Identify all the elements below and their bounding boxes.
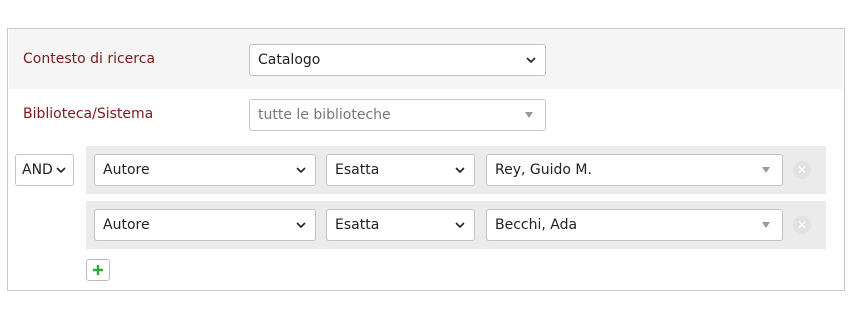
match-select-2[interactable]: Esatta	[326, 209, 475, 241]
match-select-1[interactable]: Esatta	[326, 154, 475, 186]
chevron-down-icon	[296, 167, 306, 174]
close-icon[interactable]: ✕	[793, 161, 811, 179]
chevron-down-icon	[296, 222, 306, 229]
triangle-down-icon	[525, 112, 533, 118]
context-select[interactable]: Catalogo	[249, 44, 546, 76]
operator-select-value: AND	[22, 162, 52, 178]
context-label: Contesto di ricerca	[23, 51, 156, 67]
value-combo-text: Rey, Guido M.	[495, 162, 592, 178]
chevron-down-icon	[56, 167, 66, 174]
field-select-value: Autore	[103, 162, 150, 178]
search-clause-2: Autore Esatta Becchi, Ada ✕	[86, 201, 826, 249]
operator-select[interactable]: AND	[15, 154, 74, 186]
search-clause-1: Autore Esatta Rey, Guido M. ✕	[86, 146, 826, 194]
triangle-down-icon	[762, 167, 770, 173]
value-combo-2[interactable]: Becchi, Ada	[486, 209, 783, 241]
add-clause-button[interactable]	[86, 259, 110, 281]
field-select-1[interactable]: Autore	[94, 154, 316, 186]
value-combo-1[interactable]: Rey, Guido M.	[486, 154, 783, 186]
close-icon[interactable]: ✕	[793, 216, 811, 234]
library-label: Biblioteca/Sistema	[23, 106, 154, 122]
chevron-down-icon	[455, 222, 465, 229]
library-select[interactable]: tutte le biblioteche	[249, 99, 546, 131]
chevron-down-icon	[455, 167, 465, 174]
field-select-2[interactable]: Autore	[94, 209, 316, 241]
plus-icon	[93, 265, 103, 275]
search-form-panel: Contesto di ricerca Catalogo Biblioteca/…	[7, 28, 845, 291]
value-combo-text: Becchi, Ada	[495, 217, 578, 233]
library-select-value: tutte le biblioteche	[258, 107, 391, 123]
match-select-value: Esatta	[335, 217, 380, 233]
match-select-value: Esatta	[335, 162, 380, 178]
chevron-down-icon	[526, 57, 536, 64]
field-select-value: Autore	[103, 217, 150, 233]
context-select-value: Catalogo	[258, 52, 321, 68]
triangle-down-icon	[762, 222, 770, 228]
